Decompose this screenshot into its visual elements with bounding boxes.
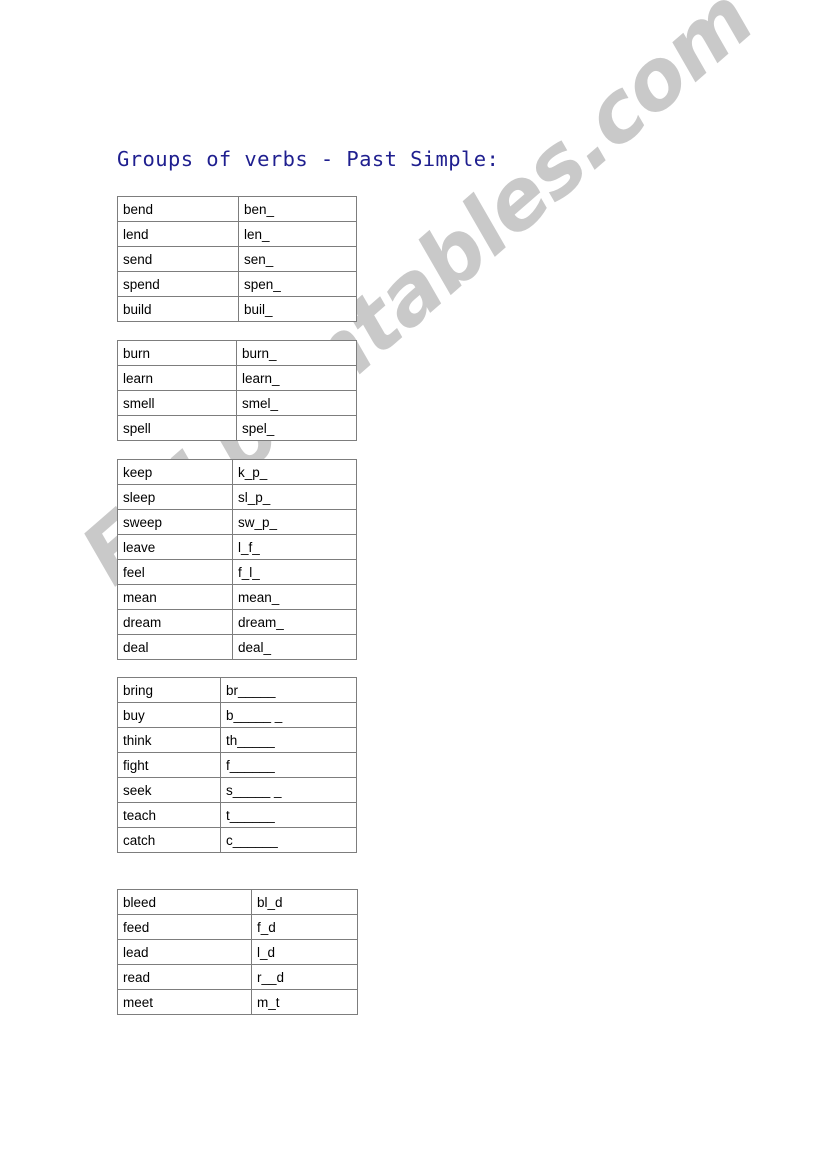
verb-table-5-body: bleed bl_d feed f_d lead l_d read r__d meet m_t <box>117 889 358 1015</box>
past-form-blank-cell[interactable]: spel_ <box>236 415 357 441</box>
verb-cell: spend <box>117 271 239 297</box>
verb-cell: spell <box>117 415 237 441</box>
verb-cell: meet <box>117 989 252 1015</box>
table-row: bleed bl_d <box>117 889 358 915</box>
table-row: read r__d <box>117 964 358 990</box>
table-row: lead l_d <box>117 939 358 965</box>
table-row: feed f_d <box>117 914 358 940</box>
past-form-blank-cell[interactable]: t______ <box>220 802 357 828</box>
verb-table-4-body: bring br_____ buy b_____ _ think th_____ fight… <box>117 677 357 853</box>
verb-table-3-body: keep k_p_ sleep sl_p_ sweep sw_p_ leave l_f_ fee… <box>117 459 357 660</box>
verb-table-2: burn burn_ learn learn_ smell smel_ spell spel_ <box>117 340 357 441</box>
table-row: burn burn_ <box>117 340 357 366</box>
page-title: Groups of verbs - Past Simple: <box>117 147 500 171</box>
verb-cell: send <box>117 246 239 272</box>
table-row: bend ben_ <box>117 196 357 222</box>
worksheet-page: Groups of verbs - Past Simple: bend ben_ l… <box>0 0 821 1169</box>
verb-table-1-body: bend ben_ lend len_ send sen_ spend spen_ build b… <box>117 196 357 322</box>
table-row: catch c______ <box>117 827 357 853</box>
verb-cell: lend <box>117 221 239 247</box>
past-form-blank-cell[interactable]: bl_d <box>251 889 358 915</box>
table-row: learn learn_ <box>117 365 357 391</box>
past-form-blank-cell[interactable]: learn_ <box>236 365 357 391</box>
verb-cell: learn <box>117 365 237 391</box>
table-row: meet m_t <box>117 989 358 1015</box>
table-row: seek s_____ _ <box>117 777 357 803</box>
table-row: send sen_ <box>117 246 357 272</box>
past-form-blank-cell[interactable]: f_d <box>251 914 358 940</box>
past-form-blank-cell[interactable]: deal_ <box>232 634 357 660</box>
verb-cell: bend <box>117 196 239 222</box>
past-form-blank-cell[interactable]: buil_ <box>238 296 357 322</box>
verb-cell: teach <box>117 802 221 828</box>
table-row: lend len_ <box>117 221 357 247</box>
past-form-blank-cell[interactable]: l_f_ <box>232 534 357 560</box>
past-form-blank-cell[interactable]: len_ <box>238 221 357 247</box>
past-form-blank-cell[interactable]: r__d <box>251 964 358 990</box>
verb-table-2-body: burn burn_ learn learn_ smell smel_ spell spel_ <box>117 340 357 441</box>
past-form-blank-cell[interactable]: l_d <box>251 939 358 965</box>
verb-cell: mean <box>117 584 233 610</box>
verb-cell: smell <box>117 390 237 416</box>
past-form-blank-cell[interactable]: burn_ <box>236 340 357 366</box>
table-row: build buil_ <box>117 296 357 322</box>
past-form-blank-cell[interactable]: smel_ <box>236 390 357 416</box>
table-row: dream dream_ <box>117 609 357 635</box>
table-row: feel f_l_ <box>117 559 357 585</box>
past-form-blank-cell[interactable]: f______ <box>220 752 357 778</box>
verb-table-4: bring br_____ buy b_____ _ think th_____ fight… <box>117 677 357 853</box>
table-row: leave l_f_ <box>117 534 357 560</box>
verb-cell: build <box>117 296 239 322</box>
table-row: mean mean_ <box>117 584 357 610</box>
table-row: think th_____ <box>117 727 357 753</box>
verb-table-1: bend ben_ lend len_ send sen_ spend spen_ build b… <box>117 196 357 322</box>
past-form-blank-cell[interactable]: th_____ <box>220 727 357 753</box>
past-form-blank-cell[interactable]: s_____ _ <box>220 777 357 803</box>
table-row: bring br_____ <box>117 677 357 703</box>
past-form-blank-cell[interactable]: k_p_ <box>232 459 357 485</box>
past-form-blank-cell[interactable]: br_____ <box>220 677 357 703</box>
past-form-blank-cell[interactable]: dream_ <box>232 609 357 635</box>
table-row: spend spen_ <box>117 271 357 297</box>
verb-cell: sweep <box>117 509 233 535</box>
verb-cell: bring <box>117 677 221 703</box>
verb-cell: deal <box>117 634 233 660</box>
table-row: spell spel_ <box>117 415 357 441</box>
table-row: buy b_____ _ <box>117 702 357 728</box>
verb-cell: bleed <box>117 889 252 915</box>
verb-cell: feel <box>117 559 233 585</box>
verb-cell: sleep <box>117 484 233 510</box>
verb-cell: catch <box>117 827 221 853</box>
table-row: sweep sw_p_ <box>117 509 357 535</box>
verb-cell: leave <box>117 534 233 560</box>
verb-cell: read <box>117 964 252 990</box>
verb-cell: seek <box>117 777 221 803</box>
past-form-blank-cell[interactable]: sen_ <box>238 246 357 272</box>
table-row: teach t______ <box>117 802 357 828</box>
past-form-blank-cell[interactable]: sw_p_ <box>232 509 357 535</box>
verb-cell: keep <box>117 459 233 485</box>
verb-cell: feed <box>117 914 252 940</box>
verb-table-3: keep k_p_ sleep sl_p_ sweep sw_p_ leave l_f_ fee… <box>117 459 357 660</box>
table-row: deal deal_ <box>117 634 357 660</box>
past-form-blank-cell[interactable]: b_____ _ <box>220 702 357 728</box>
table-row: sleep sl_p_ <box>117 484 357 510</box>
past-form-blank-cell[interactable]: mean_ <box>232 584 357 610</box>
table-row: keep k_p_ <box>117 459 357 485</box>
verb-cell: buy <box>117 702 221 728</box>
verb-table-5: bleed bl_d feed f_d lead l_d read r__d meet m_t <box>117 889 358 1015</box>
past-form-blank-cell[interactable]: f_l_ <box>232 559 357 585</box>
verb-cell: dream <box>117 609 233 635</box>
table-row: smell smel_ <box>117 390 357 416</box>
past-form-blank-cell[interactable]: c______ <box>220 827 357 853</box>
verb-cell: burn <box>117 340 237 366</box>
past-form-blank-cell[interactable]: sl_p_ <box>232 484 357 510</box>
past-form-blank-cell[interactable]: m_t <box>251 989 358 1015</box>
verb-cell: lead <box>117 939 252 965</box>
table-row: fight f______ <box>117 752 357 778</box>
past-form-blank-cell[interactable]: ben_ <box>238 196 357 222</box>
verb-cell: think <box>117 727 221 753</box>
verb-cell: fight <box>117 752 221 778</box>
past-form-blank-cell[interactable]: spen_ <box>238 271 357 297</box>
